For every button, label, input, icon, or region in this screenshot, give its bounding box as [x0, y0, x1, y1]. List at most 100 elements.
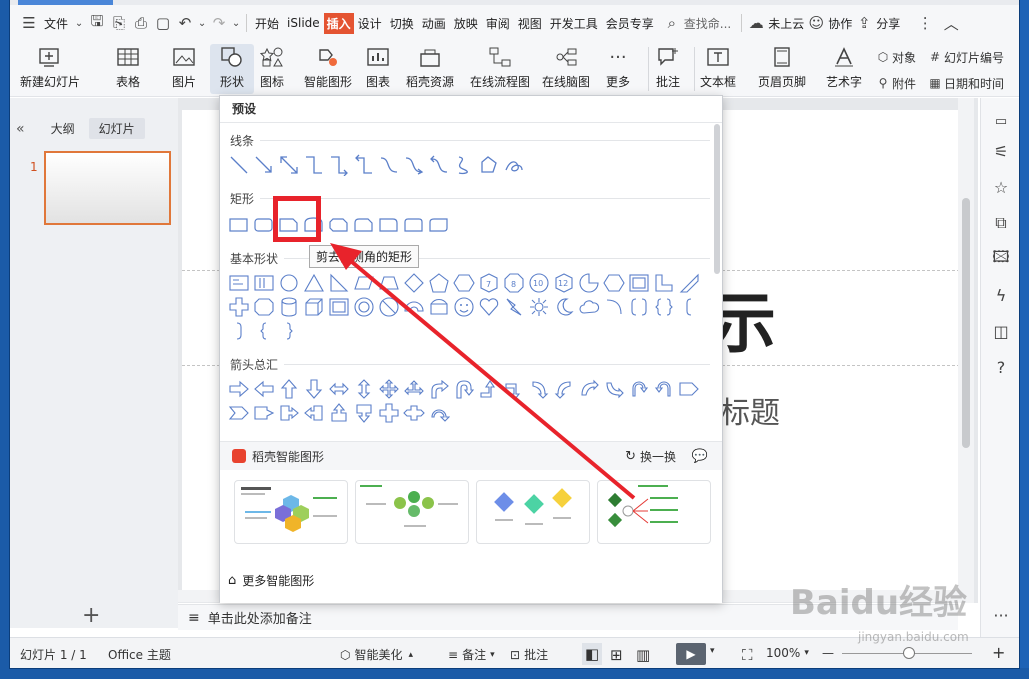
attachment-button[interactable]: ⚲ 附件 — [874, 73, 916, 93]
comments-toggle[interactable]: ⊡ 批注 — [510, 646, 548, 663]
arrow-shape[interactable] — [628, 378, 650, 400]
cloud-status[interactable]: 未上云 — [764, 15, 808, 32]
arrow-shape[interactable] — [328, 402, 350, 424]
basic-shape[interactable] — [578, 272, 600, 294]
arrow-shape[interactable] — [228, 402, 250, 424]
help-icon[interactable]: ? — [990, 356, 1012, 378]
wordart-button[interactable]: 艺术字 — [826, 44, 862, 94]
normal-view-icon[interactable]: ◧ — [582, 643, 603, 665]
arrow-shape[interactable] — [278, 378, 300, 400]
theme-name[interactable]: Office 主题 — [108, 646, 171, 663]
arrow-shape[interactable] — [428, 402, 450, 424]
tab-design[interactable]: 设计 — [354, 15, 386, 32]
rounded-rectangle-shape[interactable] — [253, 214, 275, 236]
scribble-shape[interactable] — [503, 154, 525, 176]
basic-shape[interactable] — [253, 272, 275, 294]
basic-shape[interactable] — [478, 296, 500, 318]
curved-connector-shape[interactable] — [378, 154, 400, 176]
arrow-shape[interactable] — [528, 378, 550, 400]
share-icon[interactable]: ⇪ — [856, 12, 872, 34]
transition-icon[interactable]: ⧉ — [990, 212, 1012, 234]
more-options-icon[interactable]: ··· — [990, 604, 1012, 626]
arrow-shape[interactable] — [553, 378, 575, 400]
round-diagonal-rect-shape[interactable] — [428, 214, 450, 236]
basic-shape[interactable] — [228, 320, 250, 342]
basic-shape[interactable] — [553, 296, 575, 318]
basic-shape[interactable] — [328, 296, 350, 318]
basic-shape[interactable] — [653, 272, 675, 294]
curved-double-arrow-shape[interactable] — [428, 154, 450, 176]
arrow-shape[interactable] — [503, 378, 525, 400]
online-mindmap-button[interactable]: 在线脑图 — [542, 44, 590, 94]
basic-shape[interactable] — [303, 272, 325, 294]
basic-shape[interactable] — [228, 296, 250, 318]
library-icon[interactable]: ◫ — [990, 320, 1012, 342]
tab-transition[interactable]: 切换 — [386, 15, 418, 32]
tab-islide[interactable]: iSlide — [283, 16, 324, 30]
header-footer-button[interactable]: 页眉页脚 — [758, 44, 806, 94]
basic-shape[interactable] — [578, 296, 600, 318]
curved-arrow-shape[interactable] — [403, 154, 425, 176]
basic-shape[interactable] — [228, 272, 250, 294]
arrow-shape[interactable] — [678, 378, 700, 400]
basic-shape[interactable] — [253, 296, 275, 318]
collapse-ribbon-icon[interactable]: ︿ — [940, 12, 962, 34]
basic-shape[interactable]: 12 — [553, 272, 575, 294]
chart-button[interactable]: 图表 — [364, 44, 392, 94]
export-pdf-icon[interactable]: ⎘ — [108, 12, 130, 34]
basic-shape[interactable] — [503, 296, 525, 318]
arrow-shape[interactable] — [403, 402, 425, 424]
snip-diagonal-rect-shape[interactable] — [328, 214, 350, 236]
arrow-shape[interactable] — [603, 378, 625, 400]
shape-button[interactable]: 形状 — [210, 44, 254, 94]
elbow-double-arrow-shape[interactable] — [353, 154, 375, 176]
arrow-shape[interactable] — [303, 402, 325, 424]
tab-view[interactable]: 视图 — [514, 15, 546, 32]
vertical-scrollbar[interactable] — [958, 98, 974, 603]
gallery-scrollbar[interactable] — [714, 124, 720, 274]
notes-placeholder[interactable]: 单击此处添加备注 — [208, 608, 312, 627]
arrow-shape[interactable] — [303, 378, 325, 400]
arrow-shape[interactable] — [353, 402, 375, 424]
save-icon[interactable]: 🖫 — [86, 12, 108, 34]
elbow-connector-shape[interactable] — [303, 154, 325, 176]
tab-slides[interactable]: 幻灯片 — [88, 118, 145, 139]
basic-shape[interactable] — [353, 296, 375, 318]
search-icon[interactable]: ⌕ — [664, 12, 680, 34]
hamburger-icon[interactable]: ☰ — [18, 12, 40, 34]
sorter-view-icon[interactable]: ⊞ — [610, 646, 623, 664]
curve-shape[interactable] — [453, 154, 475, 176]
arrow-shape[interactable] — [253, 402, 275, 424]
basic-shape[interactable] — [453, 296, 475, 318]
basic-shape[interactable] — [353, 272, 375, 294]
play-icon[interactable]: ▶ — [676, 643, 706, 665]
smart-template-card[interactable] — [597, 480, 711, 544]
arrow-shape[interactable] — [278, 402, 300, 424]
tab-insert[interactable]: 插入 — [323, 12, 354, 34]
tab-review[interactable]: 审阅 — [482, 15, 514, 32]
arrow-shape[interactable] — [578, 378, 600, 400]
new-slide-button[interactable]: 新建幻灯片 — [20, 44, 80, 94]
basic-shape[interactable] — [603, 272, 625, 294]
more-dropdown-icon[interactable]: ⌄ — [230, 12, 242, 34]
double-arrow-line-shape[interactable] — [278, 154, 300, 176]
search-input[interactable]: 查找命... — [680, 15, 735, 32]
lightning-icon[interactable]: ϟ — [990, 284, 1012, 306]
round-single-corner-rect-shape[interactable] — [378, 214, 400, 236]
scroll-thumb[interactable] — [962, 198, 970, 448]
animation-icon[interactable]: ☆ — [990, 176, 1012, 198]
basic-shape[interactable] — [328, 272, 350, 294]
basic-shape[interactable] — [428, 272, 450, 294]
slide-number-button[interactable]: # 幻灯片编号 — [926, 47, 1004, 67]
zoom-out-button[interactable]: — — [822, 646, 834, 660]
freeform-shape[interactable] — [478, 154, 500, 176]
arrow-shape[interactable] — [478, 378, 500, 400]
basic-shape[interactable] — [253, 320, 275, 342]
comment-button[interactable]: 批注 — [654, 44, 682, 94]
snip-round-rect-shape[interactable] — [353, 214, 375, 236]
arrow-shape[interactable] — [403, 378, 425, 400]
table-button[interactable]: 表格 — [114, 44, 142, 94]
arrow-shape[interactable] — [428, 378, 450, 400]
add-slide-icon[interactable]: + — [82, 603, 100, 628]
datetime-button[interactable]: ▦ 日期和时间 — [926, 73, 1004, 93]
